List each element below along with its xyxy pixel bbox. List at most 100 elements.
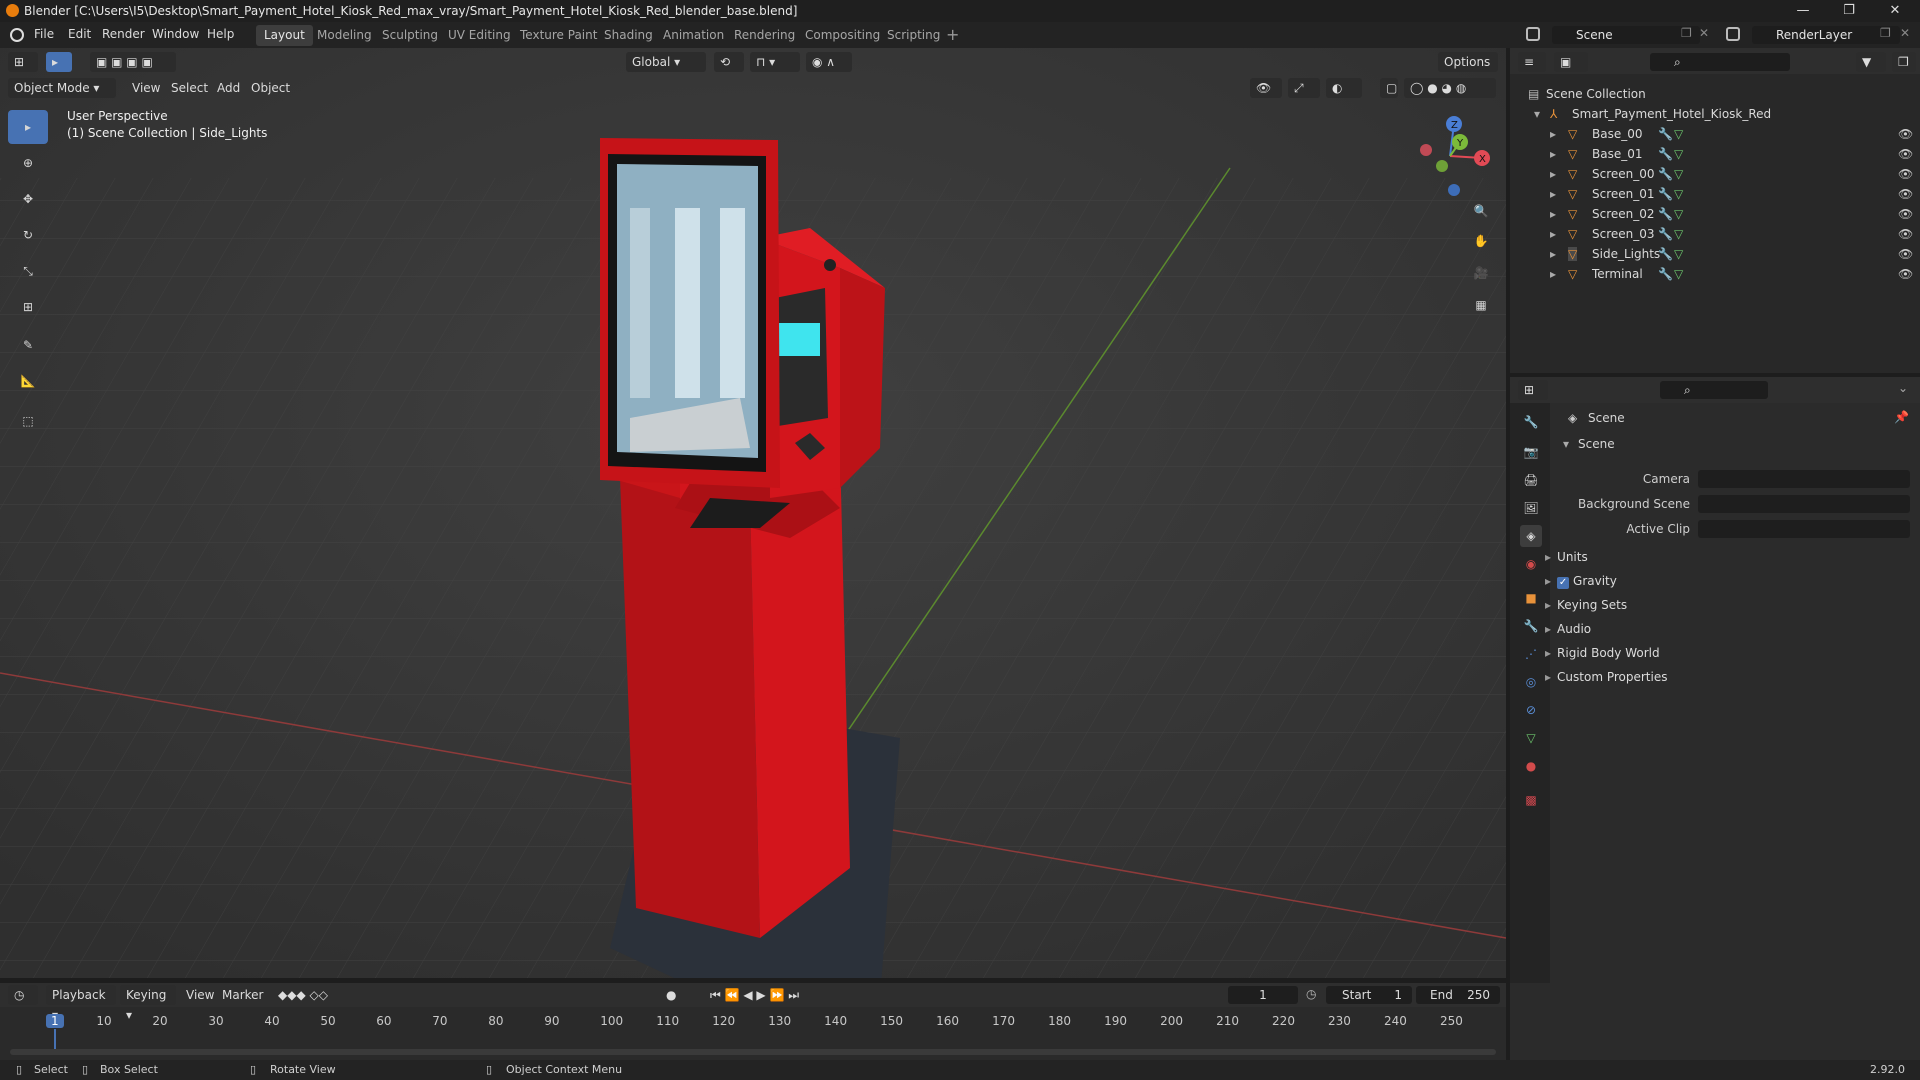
- 3d-viewport[interactable]: ⊞ ▸ ▣ ▣ ▣ ▣ Global ▾ ⟲ ⊓ ▾ ◉ ∧ Options ▾…: [0, 48, 1506, 978]
- navigation-gizmo[interactable]: Z X Y: [1410, 110, 1490, 200]
- visibility-eye-icon[interactable]: 👁: [1898, 247, 1913, 261]
- outliner-editor-type-icon[interactable]: ≡: [1518, 52, 1546, 72]
- output-tab-icon[interactable]: 🖨: [1520, 469, 1542, 491]
- material-tab-icon[interactable]: ●: [1520, 755, 1542, 777]
- expand-arrow-icon[interactable]: ▸: [1550, 187, 1556, 201]
- expand-arrow-icon[interactable]: ▸: [1550, 127, 1556, 141]
- scene-selector[interactable]: Scene: [1552, 26, 1700, 44]
- collapse-arrow-icon[interactable]: ▾: [1534, 107, 1540, 121]
- gravity-checkbox[interactable]: ✓: [1557, 577, 1570, 589]
- start-frame-field[interactable]: Start 1: [1326, 986, 1412, 1004]
- outliner-scene-collection[interactable]: ▤ Scene Collection: [1510, 84, 1920, 104]
- tab-scripting[interactable]: Scripting: [879, 25, 948, 46]
- physics-tab-icon[interactable]: ◎: [1520, 671, 1542, 693]
- tab-texture-paint[interactable]: Texture Paint: [512, 25, 605, 46]
- select-box-tool-icon[interactable]: ▸: [8, 110, 48, 144]
- tab-animation[interactable]: Animation: [655, 25, 732, 46]
- outliner-object-row[interactable]: ▸ ▽ Screen_00 🔧 ▽ 👁: [1510, 164, 1920, 184]
- view-layer-remove-icon[interactable]: ✕: [1900, 26, 1910, 40]
- property-section-keying-sets[interactable]: ▸ Keying Sets: [1545, 598, 1627, 612]
- outliner-object-row[interactable]: ▸ ▽ Side_Lights 🔧 ▽ 👁: [1510, 244, 1920, 264]
- tab-modeling[interactable]: Modeling: [309, 25, 380, 46]
- new-collection-icon[interactable]: ❐: [1892, 52, 1916, 72]
- visibility-eye-icon[interactable]: 👁: [1898, 227, 1913, 241]
- annotate-tool-icon[interactable]: ✎: [8, 328, 48, 362]
- particles-tab-icon[interactable]: ⋰: [1520, 643, 1542, 665]
- timeline-scrollbar[interactable]: [10, 1049, 1496, 1055]
- section-expand-icon[interactable]: ▸: [1545, 670, 1551, 684]
- grid-perspective-icon[interactable]: ▦: [1468, 292, 1494, 318]
- add-workspace-icon[interactable]: +: [946, 25, 959, 44]
- outliner-object-row[interactable]: ▸ ▽ Screen_01 🔧 ▽ 👁: [1510, 184, 1920, 204]
- visibility-eye-icon[interactable]: 👁: [1898, 207, 1913, 221]
- expand-arrow-icon[interactable]: ▸: [1550, 227, 1556, 241]
- outliner-object-row[interactable]: ▸ ▽ Screen_03 🔧 ▽ 👁: [1510, 224, 1920, 244]
- visibility-eye-icon[interactable]: 👁: [1898, 147, 1913, 161]
- menu-help[interactable]: Help: [207, 27, 234, 41]
- transform-tool-icon[interactable]: ⊞: [8, 290, 48, 324]
- zoom-icon[interactable]: 🔍: [1468, 198, 1494, 224]
- object-tab-icon[interactable]: ■: [1520, 587, 1542, 609]
- property-section-units[interactable]: ▸ Units: [1545, 550, 1588, 564]
- data-tab-icon[interactable]: ▽: [1520, 727, 1542, 749]
- timeline-editor-type-icon[interactable]: ◷: [8, 985, 38, 1005]
- timeline-view-menu[interactable]: View: [180, 985, 214, 1005]
- menu-edit[interactable]: Edit: [68, 27, 91, 41]
- view-layer-icon[interactable]: [1726, 27, 1740, 41]
- scene-remove-icon[interactable]: ✕: [1699, 26, 1709, 40]
- move-tool-icon[interactable]: ✥: [8, 182, 48, 216]
- viewport-menu-object[interactable]: Object: [251, 81, 290, 95]
- view-layer-selector[interactable]: RenderLayer: [1752, 26, 1900, 44]
- object-mode-dropdown[interactable]: Object Mode ▾: [8, 78, 116, 98]
- cursor-tool-icon[interactable]: ⊕: [8, 146, 48, 180]
- blender-menu-icon[interactable]: [10, 28, 24, 42]
- select-mode-icon[interactable]: ▸: [46, 52, 72, 72]
- property-section-gravity[interactable]: ▸ ✓ Gravity: [1545, 574, 1617, 589]
- property-section-audio[interactable]: ▸ Audio: [1545, 622, 1591, 636]
- tab-shading[interactable]: Shading: [596, 25, 661, 46]
- visibility-eye-icon[interactable]: 👁: [1898, 187, 1913, 201]
- close-button[interactable]: ✕: [1872, 0, 1918, 22]
- visibility-icon[interactable]: 👁: [1250, 78, 1282, 98]
- scene-icon[interactable]: [1526, 27, 1540, 41]
- minimize-button[interactable]: —: [1780, 0, 1826, 22]
- keying-menu[interactable]: Keying ▾: [120, 985, 176, 1022]
- outliner-display-mode-icon[interactable]: ▣: [1554, 52, 1588, 72]
- texture-tab-icon[interactable]: ▩: [1520, 789, 1542, 811]
- property-section-rigid-body-world[interactable]: ▸ Rigid Body World: [1545, 646, 1660, 660]
- property-section-custom-properties[interactable]: ▸ Custom Properties: [1545, 670, 1667, 684]
- section-expand-icon[interactable]: ▸: [1545, 646, 1551, 660]
- scene-browse-icon[interactable]: ❐: [1681, 26, 1692, 40]
- editor-type-icon[interactable]: ⊞: [8, 52, 38, 72]
- gizmo-toggle-icon[interactable]: ⤢: [1288, 78, 1320, 98]
- options-dropdown[interactable]: Options ▾: [1438, 52, 1498, 89]
- expand-arrow-icon[interactable]: ▸: [1550, 167, 1556, 181]
- background-scene-field[interactable]: [1698, 495, 1910, 513]
- tab-compositing[interactable]: Compositing: [797, 25, 888, 46]
- playback-menu[interactable]: Playback ▾: [46, 985, 116, 1022]
- active-clip-field[interactable]: [1698, 520, 1910, 538]
- menu-render[interactable]: Render: [102, 27, 145, 41]
- maximize-button[interactable]: ❐: [1826, 0, 1872, 22]
- render-tab-icon[interactable]: 📷: [1520, 441, 1542, 463]
- outliner-object-row[interactable]: ▸ ▽ Terminal 🔧 ▽ 👁: [1510, 264, 1920, 284]
- current-frame-field[interactable]: 1: [1228, 986, 1298, 1004]
- scene-tab-icon[interactable]: ◈: [1520, 525, 1542, 547]
- xray-toggle-icon[interactable]: ▢: [1380, 78, 1398, 98]
- measure-tool-icon[interactable]: 📐: [8, 364, 48, 398]
- playback-controls-icon[interactable]: ⏮ ⏪ ◀ ▶ ⏩ ⏭: [704, 985, 824, 1005]
- section-expand-icon[interactable]: ▸: [1545, 574, 1551, 588]
- pivot-point-icon[interactable]: ⟲: [714, 52, 744, 72]
- viewport-menu-select[interactable]: Select: [171, 81, 208, 95]
- record-icon[interactable]: ●: [660, 985, 690, 1005]
- expand-arrow-icon[interactable]: ▸: [1550, 147, 1556, 161]
- section-expand-icon[interactable]: ▸: [1545, 550, 1551, 564]
- outliner-object-row[interactable]: ▸ ▽ Base_00 🔧 ▽ 👁: [1510, 124, 1920, 144]
- properties-editor-type-icon[interactable]: ⊞: [1518, 380, 1548, 400]
- overlay-toggle-icon[interactable]: ◐: [1326, 78, 1362, 98]
- stopwatch-icon[interactable]: ◷: [1306, 987, 1316, 1001]
- menu-window[interactable]: Window: [152, 27, 199, 41]
- expand-arrow-icon[interactable]: ▸: [1550, 207, 1556, 221]
- marker-menu[interactable]: Marker: [216, 985, 264, 1005]
- outliner-object-row[interactable]: ▸ ▽ Base_01 🔧 ▽ 👁: [1510, 144, 1920, 164]
